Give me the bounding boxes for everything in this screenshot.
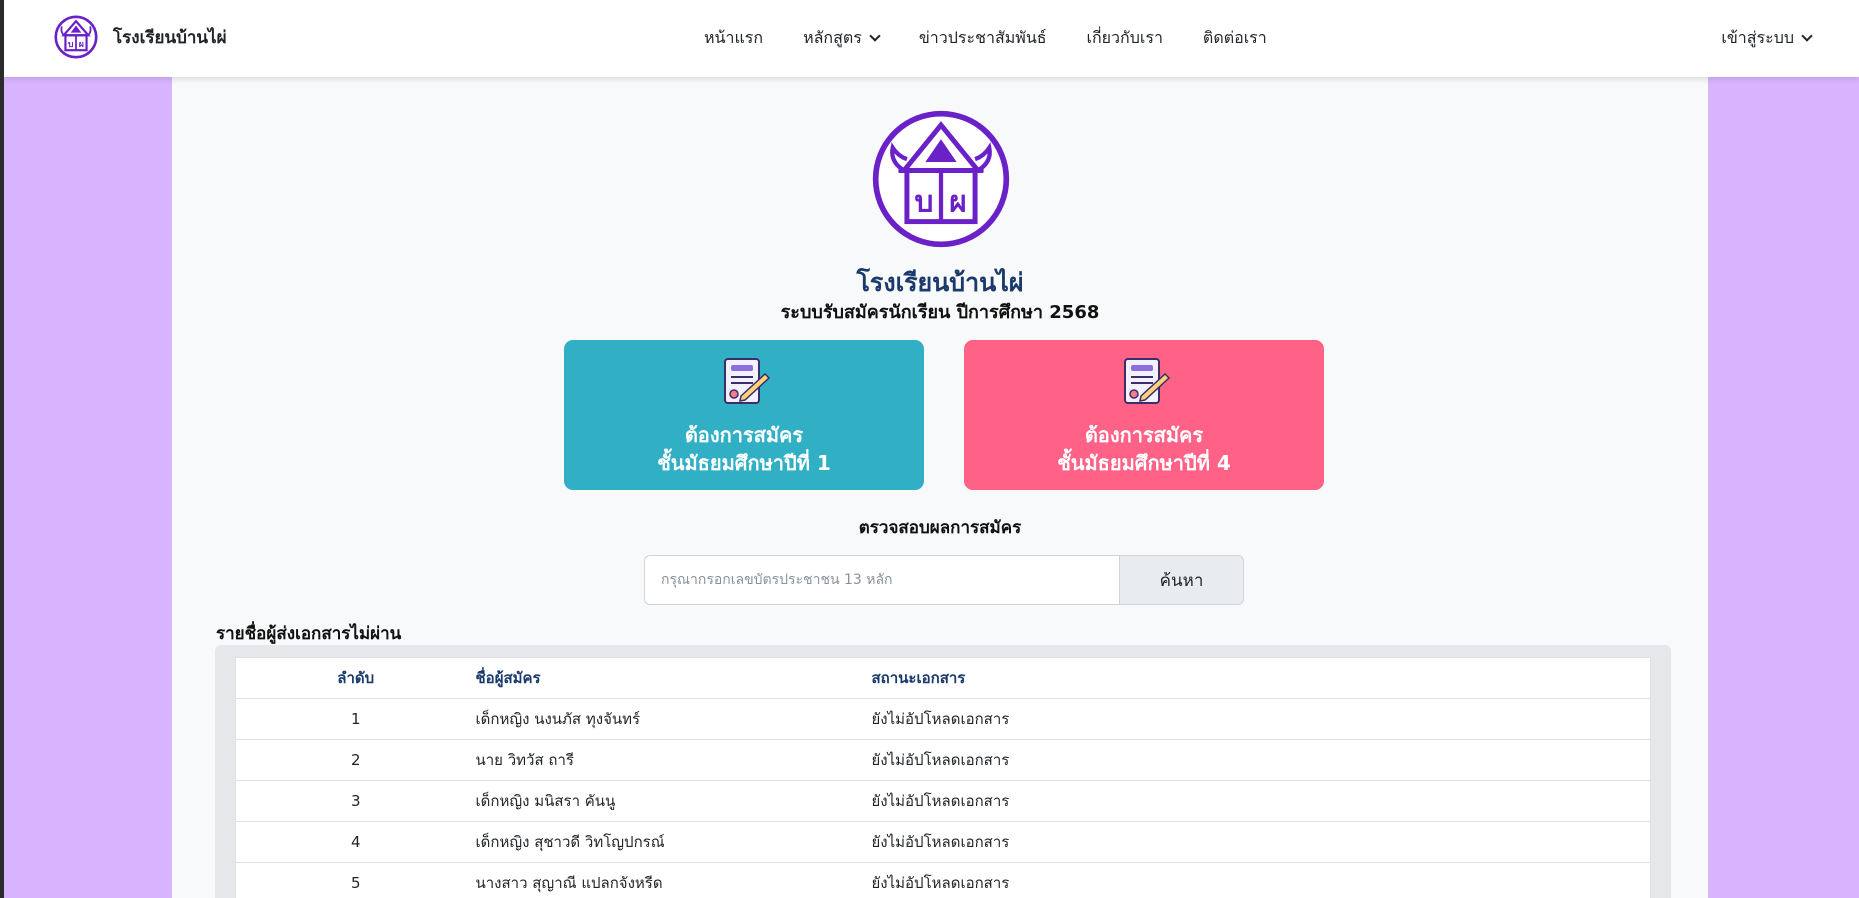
row-no: 4 — [235, 821, 476, 863]
nav-link-curriculum-label: หลักสูตร — [803, 28, 862, 47]
header-no: ลำดับ — [235, 657, 476, 699]
row-status: ยังไม่อัปโหลดเอกสาร — [871, 780, 1651, 822]
fail-list-table: ลำดับ ชื่อผู้สมัคร สถานะเอกสาร 1 เด็กหญิ… — [235, 657, 1651, 898]
nav-link-home[interactable]: หน้าแรก — [704, 26, 763, 51]
header-status: สถานะเอกสาร — [871, 657, 1651, 699]
row-status: ยังไม่อัปโหลดเอกสาร — [871, 821, 1651, 863]
row-status: ยังไม่อัปโหลดเอกสาร — [871, 739, 1651, 781]
search-button[interactable]: ค้นหา — [1119, 555, 1244, 605]
header-name: ชื่อผู้สมัคร — [475, 657, 872, 699]
brand[interactable]: บ ผ โรงเรียนบ้านไผ่ — [54, 15, 227, 59]
chevron-down-icon — [869, 30, 881, 42]
row-status: ยังไม่อัปโหลดเอกสาร — [871, 698, 1651, 740]
application-form-icon — [1124, 358, 1171, 404]
login-label: เข้าสู่ระบบ — [1721, 28, 1794, 47]
nav-links: หน้าแรก หลักสูตร ข่าวประชาสัมพันธ์ เกี่ย… — [704, 0, 1307, 77]
fail-list-panel: ลำดับ ชื่อผู้สมัคร สถานะเอกสาร 1 เด็กหญิ… — [215, 645, 1671, 898]
nav-link-news[interactable]: ข่าวประชาสัมพันธ์ — [919, 26, 1047, 51]
svg-text:ผ: ผ — [79, 40, 84, 50]
check-result-title: ตรวจสอบผลการสมัคร — [858, 518, 1022, 538]
table-row: 4 เด็กหญิง สุชาวดี วิทโญปกรณ์ ยังไม่อัปโ… — [235, 821, 1651, 863]
table-row: 1 เด็กหญิง นงนภัส ทุงจันทร์ ยังไม่อัปโหล… — [235, 698, 1651, 740]
table-row: 2 นาย วิทวัส ถารี ยังไม่อัปโหลดเอกสาร — [235, 739, 1651, 781]
fail-list-title: รายชื่อผู้ส่งเอกสารไม่ผ่าน — [216, 624, 402, 644]
main-container: บ ผ โรงเรียนบ้านไผ่ ระบบรับสมัครนักเรียน… — [172, 77, 1708, 898]
svg-text:บ: บ — [68, 40, 74, 50]
row-status: ยังไม่อัปโหลดเอกสาร — [871, 862, 1651, 898]
search-group: ค้นหา — [644, 555, 1244, 605]
row-no: 5 — [235, 862, 476, 898]
nav-link-curriculum[interactable]: หลักสูตร — [803, 26, 881, 51]
nav-link-about[interactable]: เกี่ยวกับเรา — [1087, 26, 1163, 51]
table-row: 3 เด็กหญิง มนิสรา คันนู ยังไม่อัปโหลดเอก… — [235, 780, 1651, 822]
login-dropdown[interactable]: เข้าสู่ระบบ — [1721, 0, 1813, 77]
chevron-down-icon — [1801, 30, 1813, 42]
row-name: เด็กหญิง สุชาวดี วิทโญปกรณ์ — [475, 821, 872, 863]
row-name: นาย วิทวัส ถารี — [475, 739, 872, 781]
svg-text:ผ: ผ — [949, 185, 966, 220]
row-no: 2 — [235, 739, 476, 781]
row-name: นางสาว สุญาณี แปลกจังหรีด — [475, 862, 872, 898]
row-no: 3 — [235, 780, 476, 822]
navbar: บ ผ โรงเรียนบ้านไผ่ หน้าแรก หลักสูตร ข่า… — [4, 0, 1859, 77]
school-emblem-icon: บ ผ — [872, 110, 1010, 248]
apply-m1-line2: ชั้นมัธยมศึกษาปีที่ 1 — [657, 451, 831, 475]
page-subtitle: ระบบรับสมัครนักเรียน ปีการศึกษา 2568 — [780, 302, 1100, 323]
apply-m1-card[interactable]: ต้องการสมัคร ชั้นมัธยมศึกษาปีที่ 1 — [564, 340, 924, 490]
nav-link-contact[interactable]: ติดต่อเรา — [1203, 26, 1267, 51]
page: บ ผ โรงเรียนบ้านไผ่ หน้าแรก หลักสูตร ข่า… — [4, 0, 1859, 898]
apply-m4-card[interactable]: ต้องการสมัคร ชั้นมัธยมศึกษาปีที่ 4 — [964, 340, 1324, 490]
row-no: 1 — [235, 698, 476, 740]
school-logo-icon: บ ผ — [54, 15, 98, 59]
apply-m4-line2: ชั้นมัธยมศึกษาปีที่ 4 — [1057, 451, 1231, 475]
brand-name: โรงเรียนบ้านไผ่ — [113, 27, 227, 48]
table-header-row: ลำดับ ชื่อผู้สมัคร สถานะเอกสาร — [235, 657, 1651, 699]
application-form-icon — [724, 358, 771, 404]
table-row: 5 นางสาว สุญาณี แปลกจังหรีด ยังไม่อัปโหล… — [235, 862, 1651, 898]
row-name: เด็กหญิง มนิสรา คันนู — [475, 780, 872, 822]
svg-text:บ: บ — [914, 185, 933, 220]
id-card-search-input[interactable] — [644, 555, 1119, 605]
row-name: เด็กหญิง นงนภัส ทุงจันทร์ — [475, 698, 872, 740]
